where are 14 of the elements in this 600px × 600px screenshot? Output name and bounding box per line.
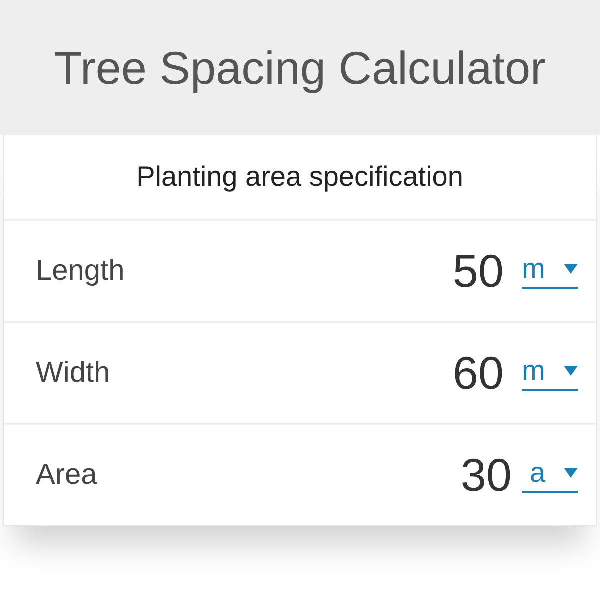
value-field[interactable]: 50: [394, 244, 504, 298]
unit-dropdown[interactable]: m: [522, 253, 578, 289]
field-label: Width: [36, 356, 112, 390]
value-field[interactable]: 60: [394, 346, 504, 400]
calculator-title: Tree Spacing Calculator: [54, 40, 546, 94]
caret-icon: [564, 264, 578, 274]
caret-icon: [564, 366, 578, 376]
unit-dropdown[interactable]: a: [522, 457, 578, 493]
caret-icon: [564, 468, 578, 478]
value-field[interactable]: 30: [402, 448, 512, 502]
field-label: Length: [36, 254, 126, 288]
section-heading: Planting area specification: [4, 135, 596, 221]
field-label: Area: [36, 458, 98, 492]
unit-dropdown[interactable]: m: [522, 355, 578, 391]
